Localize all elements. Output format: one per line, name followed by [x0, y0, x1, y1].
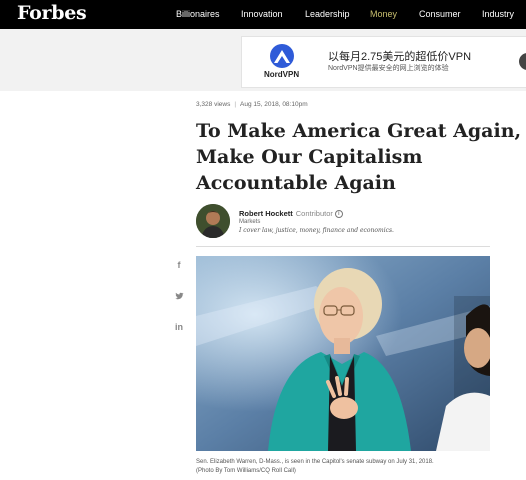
- nav-item-money[interactable]: Money: [370, 9, 397, 19]
- nav-item-innovation[interactable]: Innovation: [241, 9, 283, 19]
- author-channel[interactable]: Markets: [239, 219, 260, 225]
- forbes-logo[interactable]: Forbes: [17, 2, 87, 24]
- nordvpn-ad[interactable]: NordVPN 以每月2.75美元的超低价VPN NordVPN提供最安全的网上…: [241, 36, 526, 88]
- ad-arrow-button[interactable]: [519, 53, 526, 70]
- ad-strip: NordVPN 以每月2.75美元的超低价VPN NordVPN提供最安全的网上…: [0, 29, 526, 91]
- author-role: Contributor: [295, 209, 333, 218]
- headline-line-1: To Make America Great Again,: [196, 120, 522, 142]
- caption-line-2: (Photo By Tom Williams/CQ Roll Call): [196, 468, 296, 474]
- author-bio: I cover law, justice, money, finance and…: [239, 227, 394, 234]
- author-divider: [196, 246, 490, 247]
- ad-brand: NordVPN: [264, 70, 300, 79]
- nav-item-industry[interactable]: Industry: [482, 9, 514, 19]
- article-headline: To Make America Great Again, Make Our Ca…: [196, 118, 522, 196]
- facebook-icon[interactable]: f: [172, 258, 186, 272]
- top-navigation-bar: Forbes Billionaires Innovation Leadershi…: [0, 0, 526, 29]
- view-count: 3,328 views: [196, 101, 231, 108]
- ad-subtitle: NordVPN提供最安全的网上浏览的体验: [328, 65, 449, 72]
- nordvpn-mountain-icon: [270, 44, 294, 68]
- publish-date: Aug 15, 2018, 08:10pm: [240, 101, 308, 108]
- author-line: Robert Hockett Contributor i: [239, 209, 343, 218]
- nav-item-consumer[interactable]: Consumer: [419, 9, 461, 19]
- headline-line-2: Make Our Capitalism: [196, 146, 423, 168]
- linkedin-icon[interactable]: in: [172, 320, 186, 334]
- meta-separator: |: [234, 101, 237, 108]
- headline-line-3: Accountable Again: [196, 172, 396, 194]
- nav-item-leadership[interactable]: Leadership: [305, 9, 350, 19]
- nav-item-billionaires[interactable]: Billionaires: [176, 9, 220, 19]
- article-hero-image: [196, 256, 490, 451]
- twitter-icon[interactable]: [172, 289, 186, 303]
- author-avatar[interactable]: [196, 204, 230, 238]
- caption-line-1: Sen. Elizabeth Warren, D-Mass., is seen …: [196, 459, 434, 465]
- author-name[interactable]: Robert Hockett: [239, 209, 293, 218]
- ad-title[interactable]: 以每月2.75美元的超低价VPN: [328, 48, 471, 64]
- article-meta: 3,328 views | Aug 15, 2018, 08:10pm: [196, 101, 308, 108]
- info-icon[interactable]: i: [334, 210, 343, 218]
- image-caption: Sen. Elizabeth Warren, D-Mass., is seen …: [196, 458, 496, 476]
